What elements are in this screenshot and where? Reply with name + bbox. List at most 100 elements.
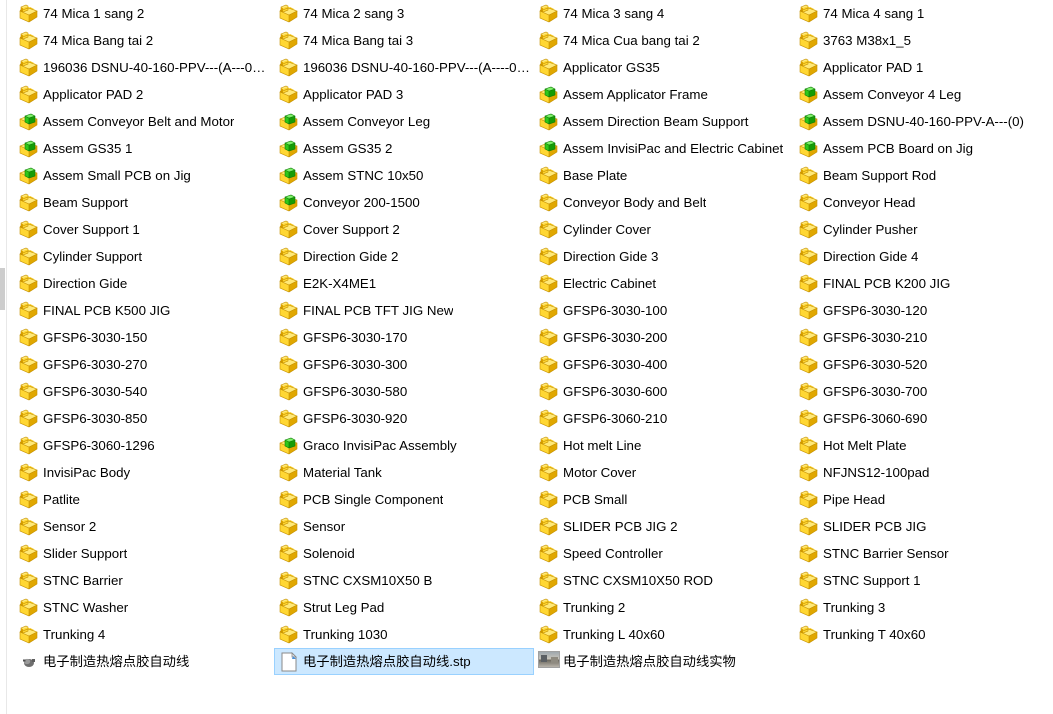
file-list-item[interactable]: Trunking T 40x60 xyxy=(794,621,1053,648)
file-list-item[interactable]: Assem InvisiPac and Electric Cabinet xyxy=(534,135,794,162)
file-list-item[interactable]: Trunking 3 xyxy=(794,594,1053,621)
file-list-item[interactable]: GFSP6-3030-520 xyxy=(794,351,1053,378)
file-list-item[interactable]: Applicator PAD 2 xyxy=(14,81,274,108)
file-list-item[interactable]: Cylinder Cover xyxy=(534,216,794,243)
file-list-item[interactable]: Cover Support 2 xyxy=(274,216,534,243)
file-list-item[interactable]: PCB Single Component xyxy=(274,486,534,513)
file-list-item[interactable]: GFSP6-3030-580 xyxy=(274,378,534,405)
file-list-item[interactable]: Direction Gide 3 xyxy=(534,243,794,270)
file-list-item[interactable]: 电子制造热熔点胶自动线 xyxy=(14,648,274,675)
file-list-item[interactable]: Assem Conveyor Leg xyxy=(274,108,534,135)
file-list-item[interactable]: Direction Gide 2 xyxy=(274,243,534,270)
file-list-item[interactable]: Assem PCB Board on Jig xyxy=(794,135,1053,162)
file-list-item[interactable]: Cover Support 1 xyxy=(14,216,274,243)
file-list-item[interactable]: GFSP6-3030-540 xyxy=(14,378,274,405)
file-list-item[interactable]: PCB Small xyxy=(534,486,794,513)
file-list-item[interactable]: Assem Conveyor Belt and Motor xyxy=(14,108,274,135)
file-list-item[interactable]: GFSP6-3030-150 xyxy=(14,324,274,351)
file-list-item[interactable]: Direction Gide 4 xyxy=(794,243,1053,270)
file-list-item[interactable]: Assem Small PCB on Jig xyxy=(14,162,274,189)
file-list-item[interactable]: GFSP6-3030-850 xyxy=(14,405,274,432)
file-list-item[interactable]: Applicator GS35 xyxy=(534,54,794,81)
file-list-item[interactable]: Conveyor Head xyxy=(794,189,1053,216)
file-list-item[interactable]: Slider Support xyxy=(14,540,274,567)
file-list-item[interactable]: Cylinder Pusher xyxy=(794,216,1053,243)
file-list-item[interactable]: 3763 M38x1_5 xyxy=(794,27,1053,54)
file-list-item[interactable]: Assem STNC 10x50 xyxy=(274,162,534,189)
file-list-item[interactable]: Trunking 2 xyxy=(534,594,794,621)
file-list-item[interactable]: GFSP6-3030-400 xyxy=(534,351,794,378)
file-list-item[interactable]: Electric Cabinet xyxy=(534,270,794,297)
file-list-item[interactable]: Sensor xyxy=(274,513,534,540)
file-list-item[interactable]: 74 Mica 1 sang 2 xyxy=(14,0,274,27)
file-list-item[interactable]: Trunking 1030 xyxy=(274,621,534,648)
file-list-item[interactable]: Hot melt Line xyxy=(534,432,794,459)
file-list-item[interactable]: NFJNS12-100pad xyxy=(794,459,1053,486)
file-list-item[interactable]: GFSP6-3030-300 xyxy=(274,351,534,378)
file-list-item[interactable]: 196036 DSNU-40-160-PPV---(A----0-... xyxy=(274,54,534,81)
file-list-item[interactable]: Applicator PAD 3 xyxy=(274,81,534,108)
file-list-item[interactable]: InvisiPac Body xyxy=(14,459,274,486)
file-list-item[interactable]: Conveyor 200-1500 xyxy=(274,189,534,216)
file-list-item[interactable]: FINAL PCB TFT JIG New xyxy=(274,297,534,324)
solidworks-assembly-icon xyxy=(798,84,820,106)
file-list-item-selected[interactable]: 电子制造热熔点胶自动线.stp xyxy=(274,648,534,675)
file-list-item[interactable]: SLIDER PCB JIG 2 xyxy=(534,513,794,540)
file-list-item[interactable]: GFSP6-3030-210 xyxy=(794,324,1053,351)
file-list-item[interactable]: E2K-X4ME1 xyxy=(274,270,534,297)
file-list-item[interactable]: GFSP6-3030-200 xyxy=(534,324,794,351)
file-list-item[interactable]: 74 Mica 2 sang 3 xyxy=(274,0,534,27)
file-list-item[interactable]: Assem GS35 2 xyxy=(274,135,534,162)
file-list-item[interactable]: Trunking 4 xyxy=(14,621,274,648)
file-list-item[interactable]: STNC Barrier xyxy=(14,567,274,594)
file-list-item[interactable]: GFSP6-3060-690 xyxy=(794,405,1053,432)
file-list-item[interactable]: GFSP6-3030-270 xyxy=(14,351,274,378)
file-list-item[interactable]: Graco InvisiPac Assembly xyxy=(274,432,534,459)
file-list-item[interactable]: GFSP6-3060-210 xyxy=(534,405,794,432)
file-list-item[interactable]: GFSP6-3060-1296 xyxy=(14,432,274,459)
file-list-item[interactable]: Assem Direction Beam Support xyxy=(534,108,794,135)
file-list-item[interactable]: Pipe Head xyxy=(794,486,1053,513)
file-list-item[interactable]: Assem Applicator Frame xyxy=(534,81,794,108)
file-list-item[interactable]: Sensor 2 xyxy=(14,513,274,540)
file-list-item[interactable]: GFSP6-3030-920 xyxy=(274,405,534,432)
file-list-item[interactable]: GFSP6-3030-100 xyxy=(534,297,794,324)
file-list-item[interactable]: FINAL PCB K200 JIG xyxy=(794,270,1053,297)
file-list-item[interactable]: FINAL PCB K500 JIG xyxy=(14,297,274,324)
file-list-item[interactable]: Hot Melt Plate xyxy=(794,432,1053,459)
file-list-item[interactable]: 电子制造热熔点胶自动线实物 xyxy=(534,648,794,675)
file-list-item[interactable]: STNC CXSM10X50 B xyxy=(274,567,534,594)
file-list-item[interactable]: 74 Mica 3 sang 4 xyxy=(534,0,794,27)
file-list-item[interactable]: STNC Barrier Sensor xyxy=(794,540,1053,567)
file-list-item[interactable]: Solenoid xyxy=(274,540,534,567)
file-list-item[interactable]: Material Tank xyxy=(274,459,534,486)
file-list-item[interactable]: 74 Mica Bang tai 3 xyxy=(274,27,534,54)
file-list-item[interactable]: STNC Support 1 xyxy=(794,567,1053,594)
file-list-item[interactable]: Base Plate xyxy=(534,162,794,189)
file-list-item[interactable]: 74 Mica Bang tai 2 xyxy=(14,27,274,54)
file-list-item[interactable]: Applicator PAD 1 xyxy=(794,54,1053,81)
file-list-item[interactable]: Motor Cover xyxy=(534,459,794,486)
file-list-item[interactable]: GFSP6-3030-170 xyxy=(274,324,534,351)
file-list-item[interactable]: GFSP6-3030-700 xyxy=(794,378,1053,405)
file-list-item[interactable]: Trunking L 40x60 xyxy=(534,621,794,648)
file-list-item[interactable]: Strut Leg Pad xyxy=(274,594,534,621)
file-list-item[interactable]: 74 Mica 4 sang 1 xyxy=(794,0,1053,27)
file-list-item[interactable]: STNC CXSM10X50 ROD xyxy=(534,567,794,594)
file-list-item[interactable]: Cylinder Support xyxy=(14,243,274,270)
file-list-item[interactable]: Assem Conveyor 4 Leg xyxy=(794,81,1053,108)
file-list-item[interactable]: 196036 DSNU-40-160-PPV---(A---00-... xyxy=(14,54,274,81)
file-list-item[interactable]: Speed Controller xyxy=(534,540,794,567)
file-list-item[interactable]: Beam Support xyxy=(14,189,274,216)
file-list-item[interactable]: Assem DSNU-40-160-PPV-A---(0) xyxy=(794,108,1053,135)
file-list-item[interactable]: STNC Washer xyxy=(14,594,274,621)
file-list-item[interactable]: Beam Support Rod xyxy=(794,162,1053,189)
file-list-item[interactable]: Direction Gide xyxy=(14,270,274,297)
file-list-item[interactable]: 74 Mica Cua bang tai 2 xyxy=(534,27,794,54)
file-list-item[interactable]: GFSP6-3030-120 xyxy=(794,297,1053,324)
file-list-item[interactable]: Conveyor Body and Belt xyxy=(534,189,794,216)
file-list-item[interactable]: SLIDER PCB JIG xyxy=(794,513,1053,540)
file-list-item[interactable]: Patlite xyxy=(14,486,274,513)
file-list-item[interactable]: Assem GS35 1 xyxy=(14,135,274,162)
file-list-item[interactable]: GFSP6-3030-600 xyxy=(534,378,794,405)
